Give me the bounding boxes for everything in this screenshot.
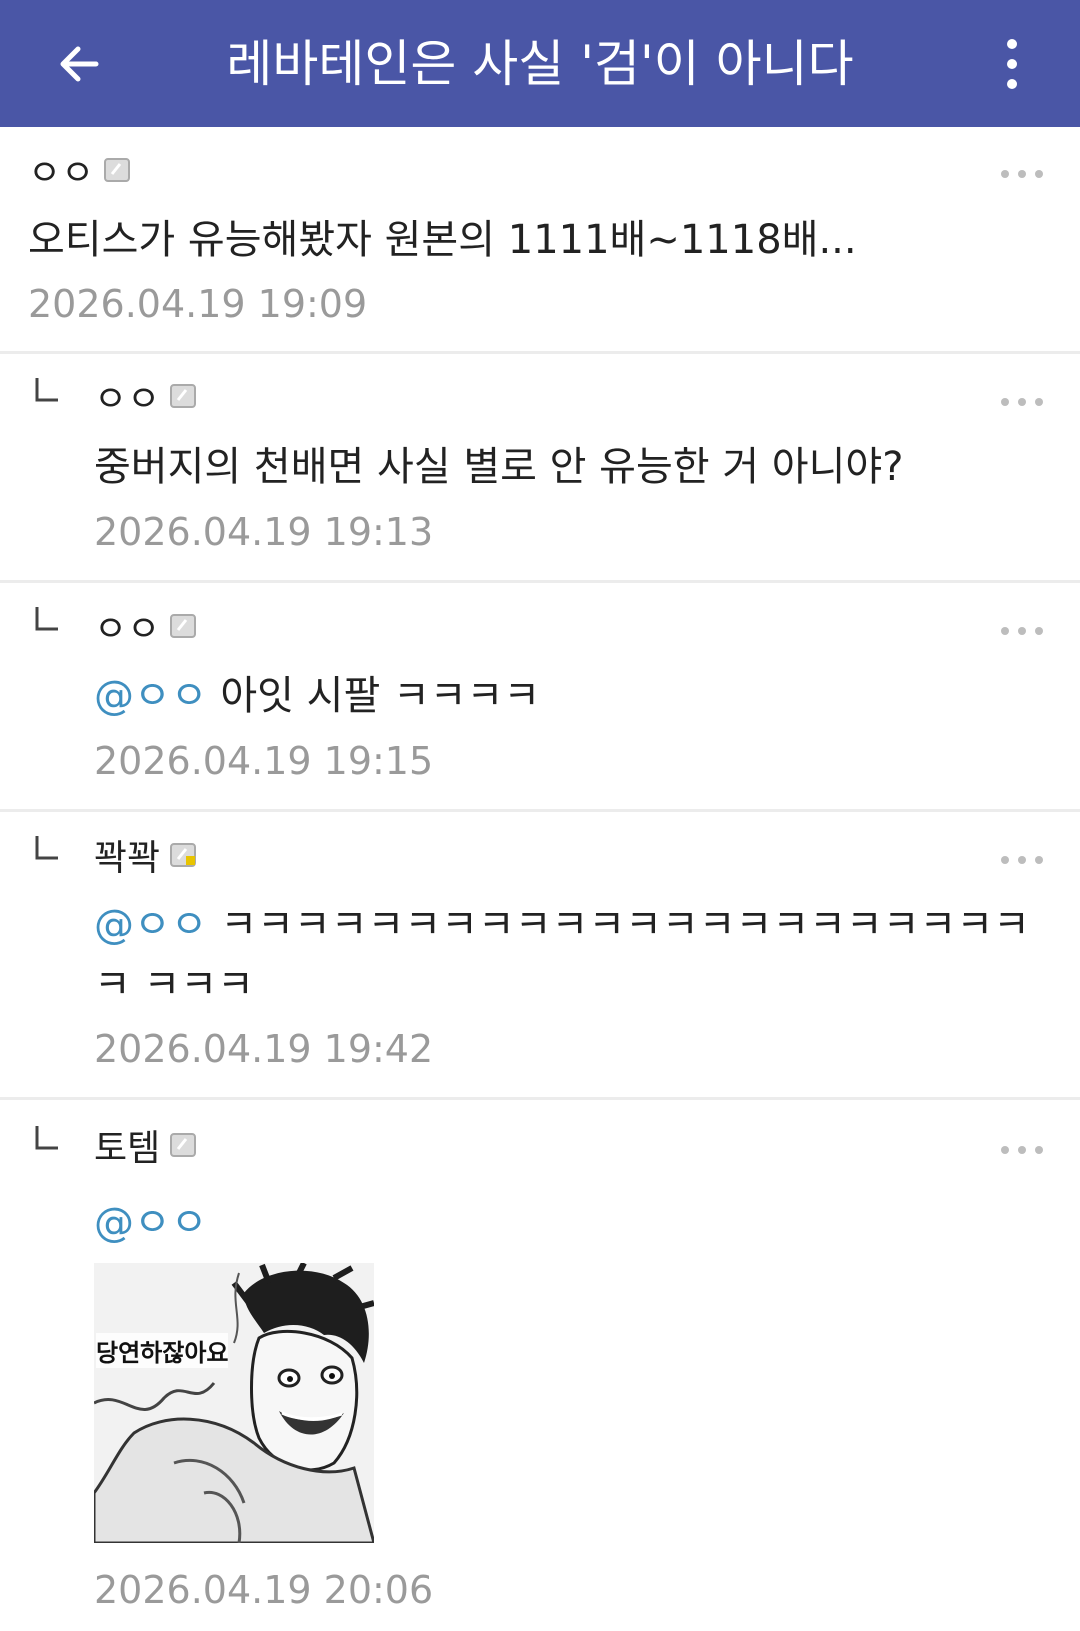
comment-body: ㅋㅋㅋㅋㅋㅋㅋㅋㅋㅋㅋㅋㅋㅋㅋㅋㅋㅋㅋㅋㅋㅋㅋ ㅋㅋㅋ (94, 902, 1030, 1008)
reply-arrow-icon (35, 1126, 58, 1150)
reply-arrow-icon (35, 836, 58, 860)
gallery-badge-icon (170, 614, 197, 638)
comment-item: ㅇㅇ @ㅇㅇ 아잇 시팔 ㅋㅋㅋㅋ 2026.04.19 19:15 (0, 583, 1080, 812)
back-arrow-icon[interactable] (52, 36, 108, 92)
comment-text: 중버지의 천배면 사실 별로 안 유능한 거 아니야? (94, 437, 1034, 497)
comment-author-row: 꽉꽉 (94, 829, 197, 881)
gallery-badge-icon (170, 843, 197, 867)
comment-timestamp: 2026.04.19 20:06 (94, 1568, 434, 1612)
mention-link[interactable]: @ㅇㅇ (94, 673, 208, 719)
comment-author-row: 토템 (94, 1119, 197, 1171)
more-horizontal-icon[interactable] (1000, 169, 1044, 179)
comment-timestamp: 2026.04.19 19:13 (94, 510, 434, 554)
comment-timestamp: 2026.04.19 19:09 (28, 282, 368, 326)
comment-author-row: ㅇㅇ (94, 600, 197, 652)
comment-author[interactable]: ㅇㅇ (94, 370, 160, 422)
more-horizontal-icon[interactable] (1000, 397, 1044, 407)
more-vertical-icon[interactable] (998, 36, 1026, 92)
meme-drawing (94, 1263, 374, 1543)
comment-body: 중버지의 천배면 사실 별로 안 유능한 거 아니야? (94, 444, 904, 490)
gallery-badge-icon (104, 158, 131, 182)
comment-text: 오티스가 유능해봤자 원본의 1111배~1118배... (28, 210, 968, 270)
comment-author-row: ㅇㅇ (28, 144, 131, 196)
comment-author-row: ㅇㅇ (94, 370, 197, 422)
mention-link[interactable]: @ㅇㅇ (94, 1200, 208, 1246)
reply-arrow-icon (35, 378, 58, 402)
comment-text: @ㅇㅇ (94, 1193, 1034, 1253)
app-bar: 레바테인은 사실 '검'이 아니다 (0, 0, 1080, 127)
comment-body: 아잇 시팔 ㅋㅋㅋㅋ (207, 673, 541, 719)
page-title: 레바테인은 사실 '검'이 아니다 (226, 35, 854, 93)
comment-author[interactable]: 토템 (94, 1119, 160, 1171)
comment-body: 오티스가 유능해봤자 원본의 1111배~1118배... (28, 217, 857, 263)
comment-item: 꽉꽉 @ㅇㅇ ㅋㅋㅋㅋㅋㅋㅋㅋㅋㅋㅋㅋㅋㅋㅋㅋㅋㅋㅋㅋㅋㅋㅋ ㅋㅋㅋ 2026.… (0, 812, 1080, 1100)
comment-text: @ㅇㅇ 아잇 시팔 ㅋㅋㅋㅋ (94, 666, 1034, 726)
comment-item: ㅇㅇ 오티스가 유능해봤자 원본의 1111배~1118배... 2026.04… (0, 127, 1080, 354)
comment-item: ㅇㅇ 중버지의 천배면 사실 별로 안 유능한 거 아니야? 2026.04.1… (0, 354, 1080, 583)
more-horizontal-icon[interactable] (1000, 855, 1044, 865)
comment-text: @ㅇㅇ ㅋㅋㅋㅋㅋㅋㅋㅋㅋㅋㅋㅋㅋㅋㅋㅋㅋㅋㅋㅋㅋㅋㅋ ㅋㅋㅋ (94, 895, 1034, 1015)
comment-timestamp: 2026.04.19 19:15 (94, 739, 434, 783)
comment-timestamp: 2026.04.19 19:42 (94, 1027, 434, 1071)
more-horizontal-icon[interactable] (1000, 1145, 1044, 1155)
image-caption: 당연하잖아요 (96, 1333, 229, 1368)
comment-author[interactable]: ㅇㅇ (28, 144, 94, 196)
comment-image[interactable]: 당연하잖아요 (94, 1263, 374, 1543)
reply-arrow-icon (35, 607, 58, 631)
comment-author[interactable]: ㅇㅇ (94, 600, 160, 652)
comment-author[interactable]: 꽉꽉 (94, 829, 160, 881)
more-horizontal-icon[interactable] (1000, 626, 1044, 636)
mention-link[interactable]: @ㅇㅇ (94, 902, 208, 948)
gallery-badge-icon (170, 384, 197, 408)
gallery-badge-icon (170, 1133, 197, 1157)
